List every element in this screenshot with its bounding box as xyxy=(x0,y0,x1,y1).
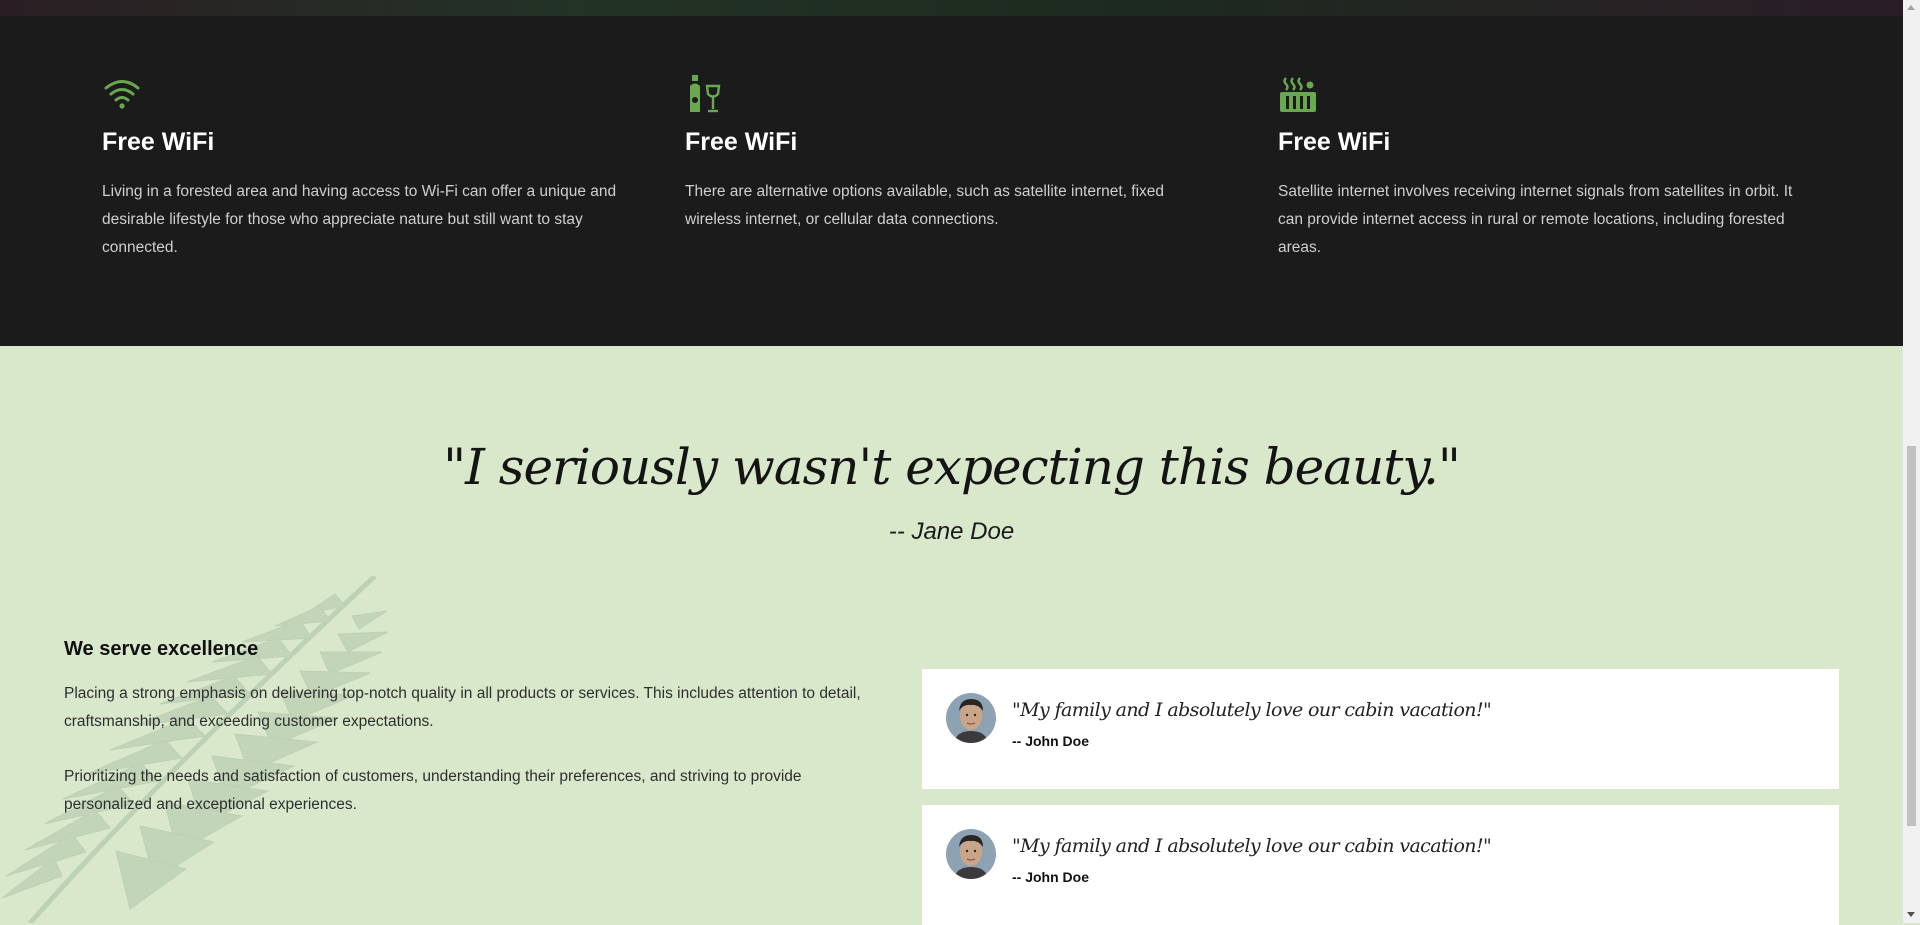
testimonial-author: -- John Doe xyxy=(1012,869,1089,885)
excellence-block: We serve excellence Placing a strong emp… xyxy=(64,638,874,813)
testimonial-card: "My family and I absolutely love our cab… xyxy=(922,805,1839,925)
hero-image-edge xyxy=(0,0,1903,16)
feature-title: Free WiFi xyxy=(685,128,798,156)
scroll-down-arrow-icon[interactable] xyxy=(1907,912,1915,917)
testimonial-quote: "My family and I absolutely love our cab… xyxy=(1012,699,1492,721)
highlight-quote: "I seriously wasn't expecting this beaut… xyxy=(443,438,1461,496)
scrollbar-thumb[interactable] xyxy=(1907,446,1916,826)
wine-icon xyxy=(690,75,721,113)
testimonial-section: "I seriously wasn't expecting this beaut… xyxy=(0,346,1903,925)
testimonial-quote: "My family and I absolutely love our cab… xyxy=(1012,835,1492,857)
highlight-author: -- Jane Doe xyxy=(888,518,1015,545)
fern-decoration xyxy=(1,576,389,923)
testimonial-author: -- John Doe xyxy=(1012,733,1089,749)
excellence-paragraph: Placing a strong emphasis on delivering … xyxy=(64,685,861,730)
avatar xyxy=(946,693,996,743)
feature-description: Satellite internet involves receiving in… xyxy=(1278,183,1793,256)
wifi-icon xyxy=(104,80,140,109)
feature-description: Living in a forested area and having acc… xyxy=(102,183,617,256)
feature-description: There are alternative options available,… xyxy=(685,183,1165,228)
feature-title: Free WiFi xyxy=(102,128,215,156)
testimonial-card: "My family and I absolutely love our cab… xyxy=(922,669,1839,789)
page-scrollbar[interactable] xyxy=(1903,0,1920,923)
features-section: Free WiFi Living in a forested area and … xyxy=(0,16,1903,346)
hot-tub-icon xyxy=(1280,77,1316,112)
scroll-up-arrow-icon[interactable] xyxy=(1907,5,1915,10)
excellence-heading: We serve excellence xyxy=(64,638,259,660)
feature-title: Free WiFi xyxy=(1278,128,1391,156)
excellence-paragraph: Prioritizing the needs and satisfaction … xyxy=(64,768,802,813)
avatar xyxy=(946,829,996,879)
